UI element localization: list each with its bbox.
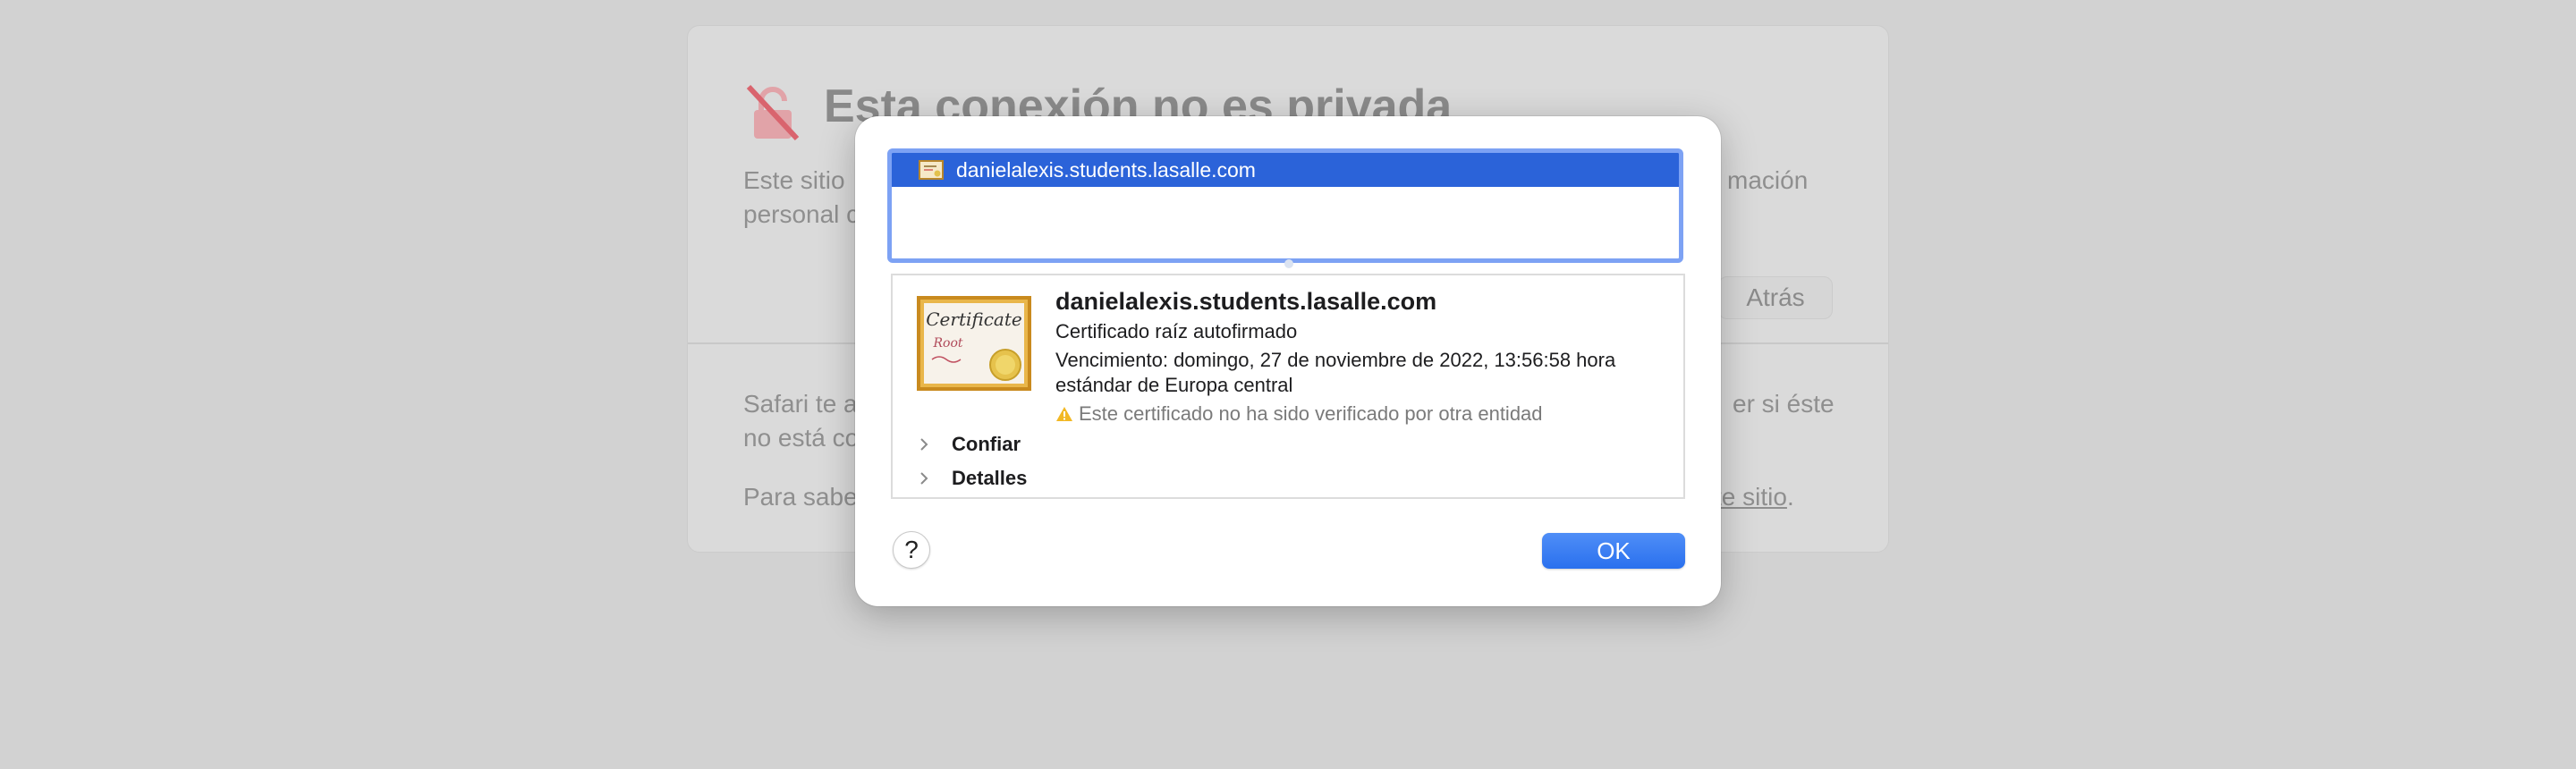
trust-disclosure[interactable]: Confiar xyxy=(918,433,1021,456)
chevron-right-icon xyxy=(920,472,928,485)
chevron-right-icon xyxy=(920,438,928,451)
visit-site-link[interactable]: te sitio xyxy=(1715,483,1787,511)
certificate-warning: Este certificado no ha sido verificado p… xyxy=(1055,402,1543,426)
split-view-handle[interactable] xyxy=(1284,259,1293,268)
help-button[interactable]: ? xyxy=(893,531,930,569)
certificate-list-item-label: danielalexis.students.lasalle.com xyxy=(956,157,1256,182)
certificate-image: Certificate Root xyxy=(917,296,1031,391)
certificate-image-subtitle: Root xyxy=(932,336,962,351)
certificate-details: Certificate Root danielalexis.students.l… xyxy=(891,274,1685,499)
details-label: Detalles xyxy=(952,467,1028,489)
certificate-list-item[interactable]: danielalexis.students.lasalle.com xyxy=(892,153,1679,187)
info-text-left: Safari te a xyxy=(743,390,858,418)
intro-text-right: mación xyxy=(1727,166,1809,194)
intro-text-line2: personal c xyxy=(743,200,860,228)
certificate-expiry: Vencimiento: domingo, 27 de noviembre de… xyxy=(1055,349,1616,371)
info-text-line2: no está co xyxy=(743,424,860,452)
period-text: . xyxy=(1786,483,1794,511)
learn-more-text: Para sabe xyxy=(743,483,858,511)
learn-more-end: te sitio. xyxy=(1715,480,1794,514)
certificate-type: Certificado raíz autofirmado xyxy=(1055,320,1298,342)
certificate-expiry-continued: estándar de Europa central xyxy=(1055,374,1293,396)
certificate-list[interactable]: danielalexis.students.lasalle.com xyxy=(887,148,1683,263)
info-text-right: er si éste xyxy=(1733,390,1835,418)
ok-button[interactable]: OK xyxy=(1542,533,1685,569)
warning-icon xyxy=(1056,407,1072,421)
intro-text-left: Este sitio xyxy=(743,166,845,194)
details-disclosure[interactable]: Detalles xyxy=(918,467,1027,490)
certificate-dialog: danielalexis.students.lasalle.com Certif… xyxy=(855,116,1721,606)
back-button[interactable]: Atrás xyxy=(1718,276,1833,319)
trust-label: Confiar xyxy=(952,433,1021,455)
warning-text: Este certificado no ha sido verificado p… xyxy=(1079,402,1543,425)
lock-open-warning-icon xyxy=(746,84,800,141)
certificate-name: danielalexis.students.lasalle.com xyxy=(1055,288,1437,315)
certificate-icon xyxy=(919,160,944,180)
certificate-image-title: Certificate xyxy=(926,308,1021,330)
